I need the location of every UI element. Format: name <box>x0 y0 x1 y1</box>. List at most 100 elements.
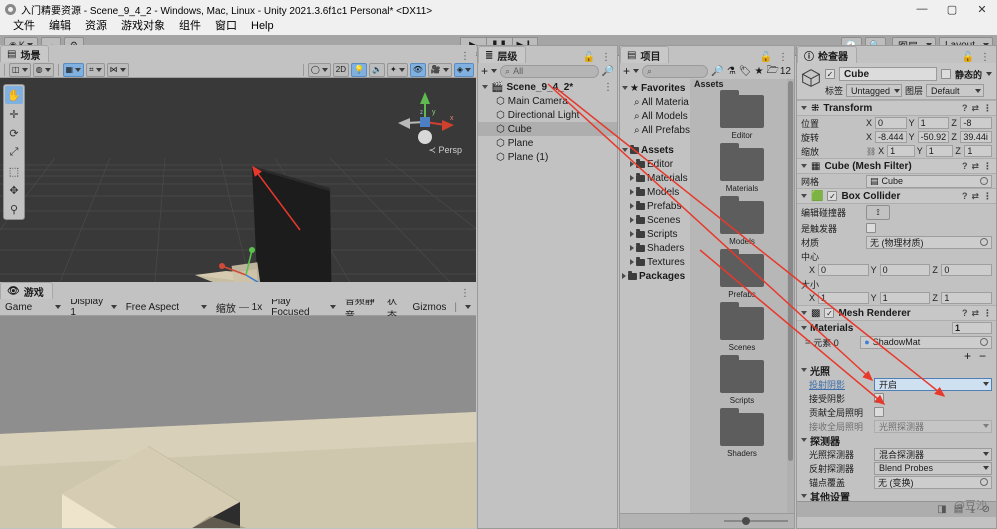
menu-file[interactable]: 文件 <box>6 18 42 35</box>
mesh-renderer-enabled-checkbox[interactable]: ✓ <box>824 308 835 318</box>
project-fav-all-models[interactable]: ⌕ All Models <box>620 109 690 123</box>
menu-window[interactable]: 窗口 <box>208 18 244 35</box>
preview-icon[interactable]: ◨ <box>937 504 946 515</box>
tab-project[interactable]: ▤ 项目 <box>620 46 670 63</box>
object-picker-icon[interactable] <box>980 338 988 346</box>
project-tree-models[interactable]: Models <box>620 185 690 199</box>
size-z-input[interactable]: 1 <box>941 292 993 304</box>
chevron-down-icon[interactable] <box>801 438 807 442</box>
chevron-down-icon[interactable] <box>482 85 488 89</box>
chevron-down-icon[interactable] <box>801 164 807 168</box>
asset-item-scripts[interactable]: Scripts <box>690 355 794 405</box>
search-mode-icon[interactable]: 🔎 <box>602 66 614 77</box>
reflection-probes-dropdown[interactable]: Blend Probes <box>874 461 992 475</box>
receive-shadows-checkbox[interactable]: ✓ <box>874 393 884 403</box>
chevron-right-icon[interactable] <box>630 259 634 265</box>
fx-dropdown[interactable]: ✦ <box>387 62 408 77</box>
kebab-menu-icon[interactable]: ⋮ <box>603 82 617 93</box>
edit-collider-button[interactable]: ⟟ <box>866 205 890 220</box>
asset-item-scenes[interactable]: Scenes <box>690 302 794 352</box>
remove-material-button[interactable]: − <box>979 349 986 363</box>
project-tree-materials[interactable]: Materials <box>620 171 690 185</box>
asset-item-shaders[interactable]: Shaders <box>690 408 794 458</box>
menu-help[interactable]: Help <box>244 18 281 35</box>
game-viewport[interactable] <box>0 316 476 528</box>
kebab-menu-icon[interactable]: ⋮ <box>983 308 992 319</box>
object-picker-icon[interactable] <box>980 478 988 486</box>
center-x-input[interactable]: 0 <box>818 264 869 276</box>
scale-slider[interactable]: 缩放 1x <box>212 300 266 315</box>
scale-y-input[interactable]: 1 <box>925 145 954 157</box>
scale-x-input[interactable]: 1 <box>887 145 915 157</box>
size-y-input[interactable]: 1 <box>879 292 931 304</box>
help-icon[interactable]: ? <box>962 308 968 319</box>
move-tool[interactable]: ✛ <box>5 105 23 123</box>
project-search-input[interactable]: ⌕ <box>642 64 709 78</box>
minimize-button[interactable]: — <box>907 0 937 18</box>
shading-mode-dropdown[interactable]: ◫ <box>9 62 31 77</box>
kebab-menu-icon[interactable]: ⋮ <box>601 52 611 63</box>
menu-assets[interactable]: 资源 <box>78 18 114 35</box>
mesh-object-field[interactable]: ▤ Cube <box>866 174 992 188</box>
preset-icon[interactable]: ⇄ <box>971 103 979 114</box>
hierarchy-item-plane[interactable]: ⬡ Plane <box>478 136 617 150</box>
hierarchy-item-plane-1[interactable]: ⬡ Plane (1) <box>478 150 617 164</box>
chevron-right-icon[interactable] <box>630 203 634 209</box>
help-icon[interactable]: ? <box>962 103 968 114</box>
display-dropdown[interactable]: Display 1 <box>67 296 120 318</box>
chevron-down-icon[interactable] <box>801 106 807 110</box>
object-picker-icon[interactable] <box>980 238 988 246</box>
probes-section-header[interactable]: 探测器 <box>797 433 996 448</box>
chevron-right-icon[interactable] <box>630 189 634 195</box>
scene-shading-dropdown[interactable]: ◯ <box>307 62 331 77</box>
aspect-dropdown[interactable]: Free Aspect <box>122 300 210 314</box>
position-y-input[interactable]: 1 <box>917 117 950 129</box>
box-collider-enabled-checkbox[interactable]: ✓ <box>827 191 838 201</box>
chevron-down-icon[interactable] <box>801 311 807 315</box>
lock-icon[interactable]: 🔓 <box>962 52 974 63</box>
preset-icon[interactable]: ⇄ <box>971 161 979 172</box>
tab-hierarchy[interactable]: ≣ 层级 <box>478 46 527 63</box>
rotation-x-input[interactable]: -8.444 <box>875 131 907 143</box>
play-focused-dropdown[interactable]: Play Focused <box>268 296 339 318</box>
mute-audio-toggle[interactable]: 音频静音 <box>341 296 381 322</box>
scale-z-input[interactable]: 1 <box>964 145 992 157</box>
snap-dropdown[interactable]: ⌗ <box>86 62 105 77</box>
hierarchy-scene-row[interactable]: 🎬 Scene_9_4_2* ⋮ <box>478 80 617 94</box>
custom-tool[interactable]: ⚲ <box>5 200 23 218</box>
project-tree-editor[interactable]: Editor <box>620 157 690 171</box>
stats-toggle[interactable]: 状态 <box>383 296 407 322</box>
hierarchy-item-cube[interactable]: ⬡ Cube <box>478 122 617 136</box>
asset-item-materials[interactable]: Materials <box>690 143 794 193</box>
transform-tool[interactable]: ✥ <box>5 181 23 199</box>
hierarchy-item-directional-light[interactable]: ⬡ Directional Light <box>478 108 617 122</box>
close-button[interactable]: ✕ <box>967 0 997 18</box>
project-fav-all-prefabs[interactable]: ⌕ All Prefabs <box>620 123 690 137</box>
object-name-input[interactable]: Cube <box>839 67 937 81</box>
draw-mode-dropdown[interactable]: ◍ <box>32 62 54 77</box>
add-object-button[interactable]: + <box>481 64 488 78</box>
layer-dropdown[interactable]: Default <box>926 84 985 97</box>
game-gizmos-dropdown[interactable]: Gizmos | <box>409 300 475 314</box>
grid-toggle[interactable]: ▦ <box>62 62 85 77</box>
anchor-override-field[interactable]: 无 (变换) <box>874 475 992 489</box>
project-tree-scenes[interactable]: Scenes <box>620 213 690 227</box>
audio-toggle[interactable]: 🔊 <box>369 62 386 77</box>
chevron-down-icon[interactable] <box>801 494 807 498</box>
chevron-down-icon[interactable] <box>801 368 807 372</box>
component-tools-dropdown[interactable]: ⋈ <box>106 62 129 77</box>
asset-item-editor[interactable]: Editor <box>690 90 794 140</box>
tab-game[interactable]: 👁 游戏 <box>0 282 53 299</box>
contribute-gi-checkbox[interactable] <box>874 407 884 417</box>
asset-item-models[interactable]: Models <box>690 196 794 246</box>
menu-edit[interactable]: 编辑 <box>42 18 78 35</box>
center-z-input[interactable]: 0 <box>941 264 993 276</box>
rotate-tool[interactable]: ⟳ <box>5 124 23 142</box>
project-tree-scripts[interactable]: Scripts <box>620 227 690 241</box>
filter-label-icon[interactable]: 🏷 <box>739 66 752 77</box>
hierarchy-item-main-camera[interactable]: ⬡ Main Camera <box>478 94 617 108</box>
kebab-menu-icon[interactable]: ⋮ <box>460 288 470 299</box>
kebab-menu-icon[interactable]: ⋮ <box>778 52 788 63</box>
chevron-down-icon[interactable] <box>986 72 992 76</box>
project-assets-row[interactable]: Assets <box>620 143 690 157</box>
